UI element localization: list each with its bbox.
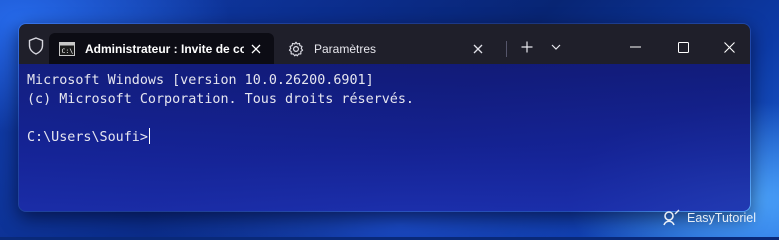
prompt-line[interactable]: C:\Users\Soufi> — [27, 128, 150, 147]
minimize-button[interactable] — [620, 34, 650, 60]
tab-command-prompt[interactable]: C:\ Administrateur : Invite de commandes — [49, 33, 274, 64]
terminal-line: (c) Microsoft Corporation. Tous droits r… — [27, 92, 414, 107]
gear-icon — [288, 41, 304, 57]
shield-icon — [27, 37, 45, 55]
tab-settings[interactable]: Paramètres — [278, 33, 496, 64]
watermark-text: EasyTutoriel — [687, 211, 757, 225]
tab-title: Administrateur : Invite de commandes — [85, 41, 244, 56]
terminal-output[interactable]: Microsoft Windows [version 10.0.26200.69… — [19, 64, 750, 211]
cmd-icon: C:\ — [59, 41, 75, 57]
command-prompt: C:\Users\Soufi> — [27, 130, 148, 145]
close-tab-icon[interactable] — [466, 37, 490, 61]
new-tab-button[interactable] — [513, 34, 541, 60]
watermark: EasyTutoriel — [661, 207, 756, 229]
tab-title: Paramètres — [314, 41, 377, 56]
easytutoriel-logo-icon — [661, 208, 681, 228]
close-window-button[interactable] — [714, 34, 744, 60]
text-cursor — [148, 128, 150, 144]
close-tab-icon[interactable] — [244, 37, 268, 61]
maximize-button[interactable] — [668, 34, 698, 60]
terminal-window: C:\ Administrateur : Invite de commandes… — [18, 23, 751, 212]
title-bar: C:\ Administrateur : Invite de commandes… — [19, 24, 750, 64]
chevron-down-icon[interactable] — [542, 34, 570, 60]
svg-text:C:\: C:\ — [62, 47, 74, 55]
tab-divider — [506, 41, 507, 57]
terminal-line: Microsoft Windows [version 10.0.26200.69… — [27, 73, 374, 88]
